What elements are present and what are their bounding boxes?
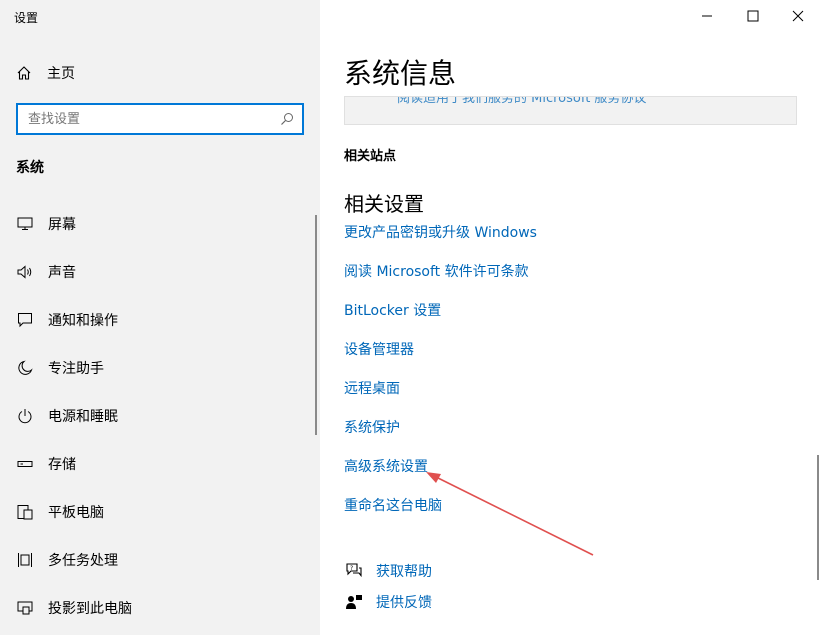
sidebar-item-power[interactable]: 电源和睡眠 xyxy=(16,402,306,430)
sidebar-item-notifications[interactable]: 通知和操作 xyxy=(16,306,306,334)
maximize-button[interactable] xyxy=(730,0,776,32)
sidebar-item-label: 投影到此电脑 xyxy=(48,601,132,617)
related-settings-heading: 相关设置 xyxy=(344,192,424,216)
give-feedback-label[interactable]: 提供反馈 xyxy=(376,592,432,612)
help-chat-icon: ? xyxy=(344,561,364,581)
section-label: 系统 xyxy=(16,160,44,176)
sidebar-item-focus-assist[interactable]: 专注助手 xyxy=(16,354,306,382)
bitlocker-settings-link[interactable]: BitLocker 设置 xyxy=(344,300,441,320)
sidebar-item-label: 声音 xyxy=(48,265,76,281)
home-label: 主页 xyxy=(47,66,75,82)
speaker-icon xyxy=(16,263,34,281)
page-title: 系统信息 xyxy=(344,57,457,90)
service-agreement-link[interactable]: 阅读适用于我们服务的 Microsoft 服务协议 xyxy=(397,97,646,106)
sidebar-item-project[interactable]: 投影到此电脑 xyxy=(16,594,306,622)
sidebar-scrollbar[interactable] xyxy=(315,215,317,435)
search-box[interactable] xyxy=(16,103,304,135)
rename-pc-link[interactable]: 重命名这台电脑 xyxy=(344,495,442,515)
home-nav-item[interactable]: 主页 xyxy=(16,61,75,85)
sidebar-item-sound[interactable]: 声音 xyxy=(16,258,306,286)
get-help-label[interactable]: 获取帮助 xyxy=(376,561,432,581)
monitor-icon xyxy=(16,215,34,233)
project-icon xyxy=(16,599,34,617)
sidebar-item-label: 电源和睡眠 xyxy=(48,409,118,425)
sidebar-item-label: 专注助手 xyxy=(48,361,104,377)
tablet-icon xyxy=(16,503,34,521)
sidebar-item-label: 存储 xyxy=(48,457,76,473)
moon-icon xyxy=(16,359,34,377)
system-protection-link[interactable]: 系统保护 xyxy=(344,417,400,437)
multitask-icon xyxy=(16,551,34,569)
search-icon[interactable] xyxy=(280,112,294,126)
svg-text:?: ? xyxy=(350,565,353,572)
get-help-item[interactable]: ? 获取帮助 xyxy=(344,560,432,582)
search-input[interactable] xyxy=(28,110,268,128)
sidebar-item-display[interactable]: 屏幕 xyxy=(16,210,306,238)
minimize-button[interactable] xyxy=(684,0,730,32)
device-manager-link[interactable]: 设备管理器 xyxy=(344,339,414,359)
remote-desktop-link[interactable]: 远程桌面 xyxy=(344,378,400,398)
sidebar-item-multitasking[interactable]: 多任务处理 xyxy=(16,546,306,574)
main-scrollbar[interactable] xyxy=(817,455,819,580)
feedback-icon xyxy=(344,592,364,612)
home-icon xyxy=(17,66,31,80)
close-icon xyxy=(792,10,804,22)
change-product-key-link[interactable]: 更改产品密钥或升级 Windows xyxy=(344,222,537,242)
advanced-system-settings-link[interactable]: 高级系统设置 xyxy=(344,456,428,476)
sidebar: 设置 主页 系统 屏幕 声音 通知和操作 专注助 xyxy=(0,0,320,635)
notification-icon xyxy=(16,311,34,329)
sidebar-item-label: 屏幕 xyxy=(48,217,76,233)
sidebar-item-label: 通知和操作 xyxy=(48,313,118,329)
sidebar-item-label: 多任务处理 xyxy=(48,553,118,569)
window-title: 设置 xyxy=(14,11,39,25)
power-icon xyxy=(16,407,34,425)
license-terms-link[interactable]: 阅读 Microsoft 软件许可条款 xyxy=(344,261,529,281)
sidebar-item-label: 平板电脑 xyxy=(48,505,104,521)
related-sites-heading: 相关站点 xyxy=(344,149,397,164)
close-button[interactable] xyxy=(775,0,821,32)
storage-icon xyxy=(16,455,34,473)
sidebar-item-tablet[interactable]: 平板电脑 xyxy=(16,498,306,526)
give-feedback-item[interactable]: 提供反馈 xyxy=(344,591,432,613)
info-box: 阅读适用于我们服务的 Microsoft 服务协议 xyxy=(344,96,797,125)
minimize-icon xyxy=(702,15,712,17)
sidebar-item-storage[interactable]: 存储 xyxy=(16,450,306,478)
maximize-icon xyxy=(747,10,759,22)
